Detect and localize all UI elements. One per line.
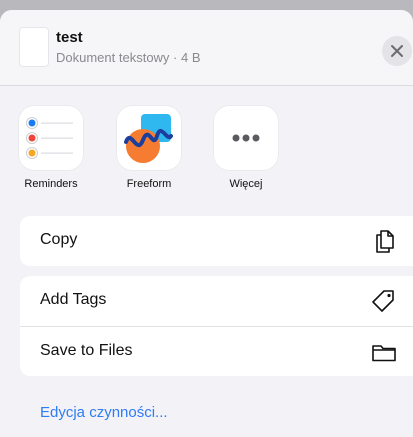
- app-more[interactable]: Więcej: [206, 106, 286, 190]
- reminders-icon: [19, 106, 83, 170]
- app-reminders[interactable]: Reminders: [11, 106, 91, 190]
- share-sheet: test Dokument tekstowy · 4 B Reminders F…: [0, 10, 413, 437]
- file-name: test: [56, 29, 83, 46]
- save-to-files-action[interactable]: Save to Files: [20, 326, 413, 376]
- action-group-copy: Copy: [20, 216, 413, 266]
- copy-icon: [376, 230, 394, 253]
- add-tags-action[interactable]: Add Tags: [20, 276, 413, 326]
- copy-action[interactable]: Copy: [20, 216, 413, 266]
- tag-icon: [372, 290, 394, 312]
- app-label-freeform: Freeform: [126, 178, 172, 190]
- close-icon: [391, 45, 403, 57]
- freeform-icon: [117, 106, 181, 170]
- copy-label: Copy: [40, 231, 78, 248]
- add-tags-label: Add Tags: [40, 291, 107, 308]
- action-group-files: Add Tags Save to Files: [20, 276, 413, 376]
- file-meta: Dokument tekstowy · 4 B: [56, 50, 201, 65]
- close-button[interactable]: [382, 36, 412, 66]
- document-thumbnail-icon: [20, 28, 48, 66]
- app-freeform[interactable]: Freeform: [109, 106, 189, 190]
- save-to-files-label: Save to Files: [40, 342, 133, 359]
- edit-actions-link[interactable]: Edycja czynności...: [40, 404, 168, 421]
- app-row: Reminders Freeform Więcej: [0, 106, 413, 196]
- more-icon: [214, 106, 278, 170]
- app-label-reminders: Reminders: [24, 178, 78, 190]
- app-label-more: Więcej: [229, 178, 263, 190]
- share-header: test Dokument tekstowy · 4 B: [0, 10, 413, 86]
- folder-icon: [372, 345, 396, 362]
